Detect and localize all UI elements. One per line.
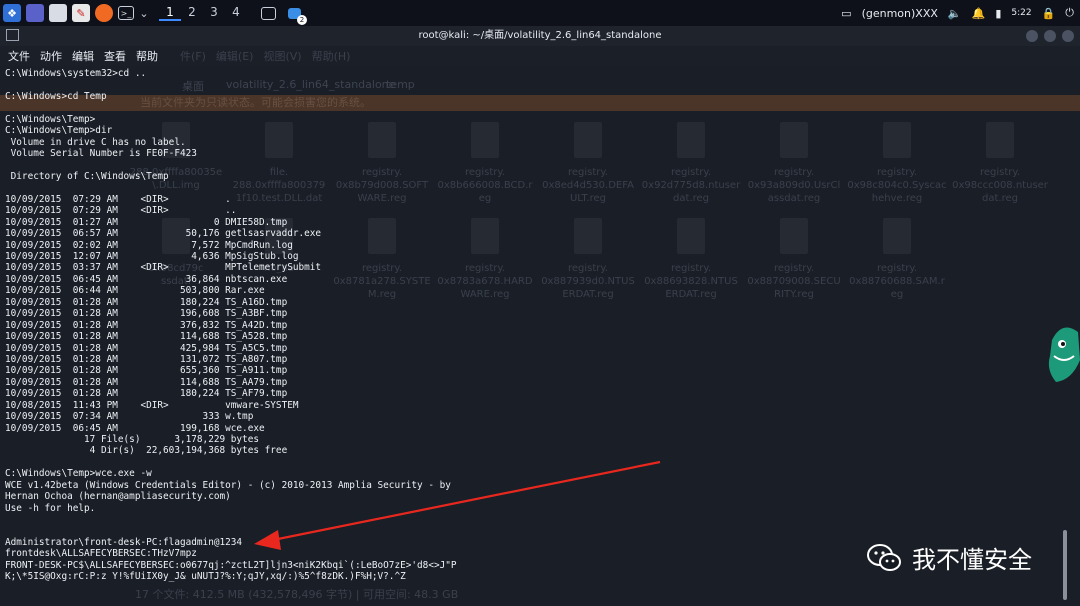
- watermark-text: 我不懂安全: [912, 546, 1032, 574]
- red-annotation-arrow: [254, 460, 661, 550]
- wechat-watermark: 我不懂安全: [866, 540, 1032, 575]
- wechat-icon: [867, 543, 901, 571]
